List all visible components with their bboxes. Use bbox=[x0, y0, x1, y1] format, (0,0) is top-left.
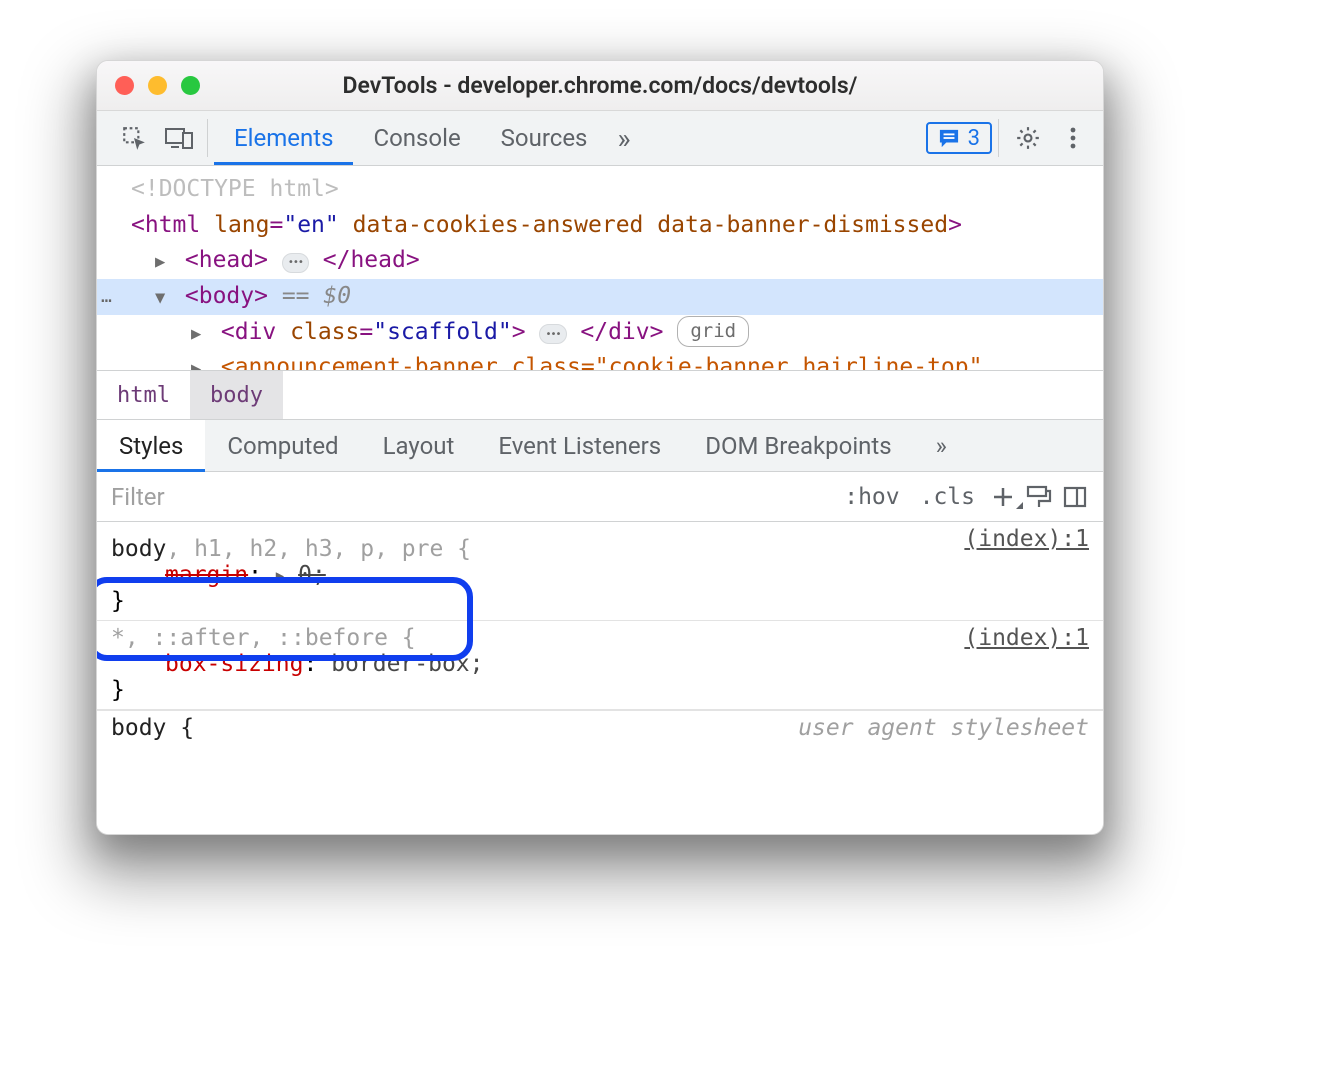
expand-icon[interactable]: ▶ bbox=[191, 356, 207, 370]
subtab-computed[interactable]: Computed bbox=[205, 420, 360, 471]
tab-console[interactable]: Console bbox=[353, 111, 480, 165]
crumb-html[interactable]: html bbox=[97, 371, 190, 419]
subtabs-overflow-icon[interactable]: » bbox=[914, 420, 969, 471]
styles-panel[interactable]: body, h1, h2, h3, p, pre { (index):1 mar… bbox=[97, 522, 1103, 834]
brace-close: } bbox=[111, 677, 1089, 703]
main-tabs: Elements Console Sources bbox=[214, 111, 607, 165]
css-rule-useragent[interactable]: body { user agent stylesheet bbox=[97, 710, 1103, 741]
issues-count: 3 bbox=[968, 126, 980, 151]
dom-node-announcement[interactable]: <announcement-banner class="cookie-banne… bbox=[221, 354, 983, 370]
expand-icon[interactable]: ▶ bbox=[191, 321, 207, 347]
main-toolbar: Elements Console Sources » 3 bbox=[97, 111, 1103, 166]
collapse-icon[interactable]: ▼ bbox=[155, 285, 171, 311]
selector-active[interactable]: body bbox=[111, 536, 166, 562]
divider bbox=[207, 119, 208, 157]
settings-icon[interactable] bbox=[1005, 111, 1050, 165]
titlebar: DevTools - developer.chrome.com/docs/dev… bbox=[97, 61, 1103, 111]
css-rule[interactable]: body, h1, h2, h3, p, pre { (index):1 mar… bbox=[97, 522, 1103, 621]
paint-icon[interactable] bbox=[1021, 485, 1057, 509]
filter-input[interactable] bbox=[97, 483, 834, 511]
crumb-body[interactable]: body bbox=[190, 371, 283, 419]
divider bbox=[998, 119, 999, 157]
brace-close: } bbox=[111, 588, 1089, 614]
subtab-layout[interactable]: Layout bbox=[361, 420, 477, 471]
doctype: <!DOCTYPE html> bbox=[131, 176, 339, 202]
css-declaration[interactable]: box-sizing: border-box; bbox=[111, 651, 1089, 677]
source-label: user agent stylesheet bbox=[798, 715, 1089, 741]
source-link[interactable]: (index):1 bbox=[964, 625, 1089, 651]
tab-elements[interactable]: Elements bbox=[214, 111, 353, 165]
traffic-lights[interactable] bbox=[115, 76, 200, 95]
dom-node-body[interactable]: ▼ <body> == $0 bbox=[97, 279, 1103, 315]
ellipsis-icon[interactable]: ••• bbox=[539, 324, 566, 344]
subtab-dom-breakpoints[interactable]: DOM Breakpoints bbox=[683, 420, 913, 471]
hov-toggle[interactable]: :hov bbox=[834, 484, 909, 510]
new-rule-icon[interactable] bbox=[985, 486, 1021, 508]
panel-toggle-icon[interactable] bbox=[1057, 485, 1093, 509]
cls-toggle[interactable]: .cls bbox=[910, 484, 985, 510]
kebab-icon[interactable] bbox=[1050, 111, 1095, 165]
tab-sources[interactable]: Sources bbox=[481, 111, 608, 165]
zoom-icon[interactable] bbox=[181, 76, 200, 95]
ellipsis-icon[interactable]: ••• bbox=[282, 253, 309, 273]
window-title: DevTools - developer.chrome.com/docs/dev… bbox=[97, 72, 1103, 99]
styles-subtabs: Styles Computed Layout Event Listeners D… bbox=[97, 420, 1103, 472]
dom-tree[interactable]: <!DOCTYPE html> <html lang="en" data-coo… bbox=[97, 166, 1103, 370]
selector-rest[interactable]: , h1, h2, h3, p, pre { bbox=[166, 536, 471, 562]
grid-badge[interactable]: grid bbox=[677, 316, 749, 347]
device-toggle-icon[interactable] bbox=[156, 111, 201, 165]
minimize-icon[interactable] bbox=[148, 76, 167, 95]
expand-icon[interactable]: ▶ bbox=[155, 249, 171, 275]
breadcrumb[interactable]: html body bbox=[97, 370, 1103, 420]
close-icon[interactable] bbox=[115, 76, 134, 95]
chat-icon bbox=[938, 128, 960, 148]
selectors[interactable]: *, ::after, ::before { bbox=[111, 625, 1089, 651]
source-link[interactable]: (index):1 bbox=[964, 526, 1089, 552]
css-rule[interactable]: *, ::after, ::before { (index):1 box-siz… bbox=[97, 621, 1103, 710]
subtab-styles[interactable]: Styles bbox=[97, 420, 205, 471]
tabs-overflow-icon[interactable]: » bbox=[607, 111, 640, 165]
expand-shorthand-icon[interactable]: ▶ bbox=[276, 568, 284, 584]
styles-filter-bar: :hov .cls bbox=[97, 472, 1103, 522]
devtools-window: DevTools - developer.chrome.com/docs/dev… bbox=[96, 60, 1104, 835]
subtab-event-listeners[interactable]: Event Listeners bbox=[476, 420, 683, 471]
css-declaration[interactable]: margin: ▶ 0; bbox=[111, 562, 1089, 588]
inspect-icon[interactable] bbox=[111, 111, 156, 165]
issues-badge[interactable]: 3 bbox=[926, 122, 992, 154]
